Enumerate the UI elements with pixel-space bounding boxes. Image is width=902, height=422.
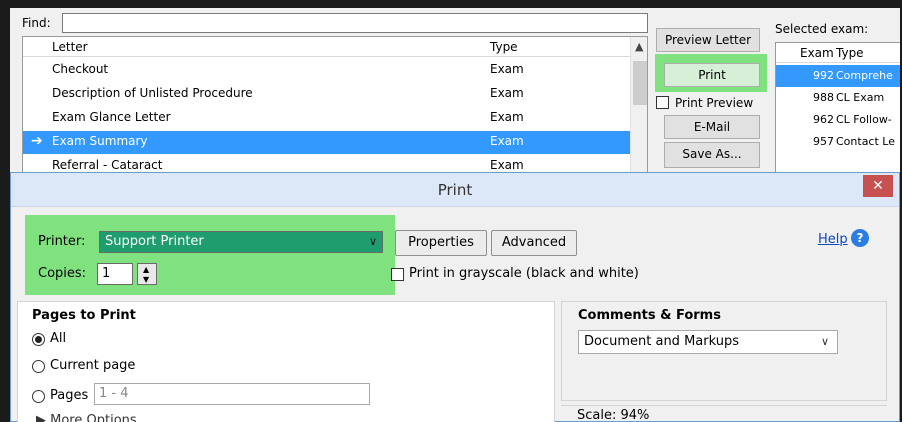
pages-to-print-title: Pages to Print [32,308,136,323]
pages-range-value: 1 - 4 [99,386,129,401]
exam-type: CL Exam [836,91,885,104]
radio-button[interactable] [32,390,45,403]
dialog-title: Print [437,181,473,199]
exam-row-selected[interactable]: 992 Comprehe [776,65,900,87]
advanced-button[interactable]: Advanced [491,230,577,256]
exam-row[interactable]: 957 Contact Le [776,131,900,153]
radio-button[interactable] [32,360,45,373]
print-dialog: Print ✕ Printer: Support Printer ∨ Copie… [10,172,900,422]
column-header-letter[interactable]: Letter [52,40,88,54]
exam-number: 988 [813,91,834,104]
exam-row[interactable]: 962 CL Follow- [776,109,900,131]
help-icon[interactable]: ? [851,229,869,247]
exam-grid: Exam Type 992 Comprehe 988 CL Exam 962 C… [775,42,900,176]
grayscale-checkbox[interactable]: Print in grayscale (black and white) [391,266,661,286]
email-button[interactable]: E-Mail [664,115,760,139]
print-preview-checkbox[interactable]: Print Preview [654,93,768,113]
print-button[interactable]: Print [664,63,760,87]
letter-type: Exam [490,62,524,76]
letter-name: Checkout [52,62,109,76]
pages-to-print-panel: Pages to Print All Current page Pages 1 … [17,301,555,422]
scrollbar-thumb[interactable] [633,61,647,105]
help-link[interactable]: Help [818,232,848,247]
radio-all[interactable]: All [32,331,272,351]
letter-name: Exam Glance Letter [52,110,171,124]
exam-number: 992 [813,69,834,82]
column-header-exam-type[interactable]: Type [836,46,864,60]
exam-type: Contact Le [836,135,895,148]
copies-value: 1 [102,266,111,281]
save-as-button[interactable]: Save As... [664,142,760,168]
letter-type: Exam [490,134,524,148]
comments-forms-panel: Comments & Forms Document and Markups ∨ [561,301,887,401]
letter-row[interactable]: Exam Glance Letter Exam [23,107,631,130]
checkbox-box[interactable] [391,268,404,281]
exam-type: CL Follow- [836,113,892,126]
letter-type: Exam [490,110,524,124]
printer-value: Support Printer [105,234,204,249]
scale-panel: Scale: 94% [561,405,887,422]
radio-pages-label: Pages [50,388,89,403]
column-header-type[interactable]: Type [490,40,518,54]
letters-grid: Letter Type Checkout Exam Description of… [22,36,648,186]
scale-label: Scale: 94% [577,408,650,422]
letters-grid-header: Letter Type [23,37,647,57]
properties-button[interactable]: Properties [395,230,487,256]
letter-type: Exam [490,158,524,172]
copies-label: Copies: [38,266,87,281]
letter-row[interactable]: Description of Unlisted Procedure Exam [23,83,631,106]
letter-row[interactable]: Checkout Exam [23,59,631,82]
exam-number: 962 [813,113,834,126]
stepper-down-icon[interactable]: ▼ [143,275,149,284]
exam-type: Comprehe [836,69,893,82]
print-preview-label: Print Preview [675,96,754,110]
letter-name: Exam Summary [52,134,148,148]
copies-input[interactable]: 1 [97,263,133,285]
stepper-up-icon[interactable]: ▲ [143,265,149,274]
printer-highlight [25,215,395,295]
pages-range-input[interactable]: 1 - 4 [94,383,370,405]
row-selector-arrow-icon: ➔ [31,133,43,149]
exam-row[interactable]: 988 CL Exam [776,87,900,109]
find-input[interactable] [62,13,648,33]
scroll-up-icon[interactable]: ▲ [635,40,643,53]
radio-current-page[interactable]: Current page [32,358,272,378]
selected-exam-label: Selected exam: [775,22,869,36]
copies-stepper[interactable]: ▲ ▼ [137,263,157,285]
comments-forms-select[interactable]: Document and Markups ∨ [578,330,838,354]
more-options-toggle[interactable]: ▶ More Options [36,413,137,422]
dialog-title-bar[interactable]: Print ✕ [11,173,899,207]
printer-label: Printer: [38,234,86,249]
radio-current-page-label: Current page [50,358,136,373]
comments-forms-title: Comments & Forms [578,308,721,323]
radio-all-label: All [50,331,67,346]
letter-type: Exam [490,86,524,100]
letter-name: Description of Unlisted Procedure [52,86,253,100]
more-options-label: More Options [50,413,137,422]
expand-arrow-icon[interactable]: ▶ [36,413,46,422]
letter-row-selected[interactable]: ➔ Exam Summary Exam [23,131,631,154]
close-icon[interactable]: ✕ [863,175,893,197]
printer-select[interactable]: Support Printer ∨ [99,231,383,253]
exam-grid-header: Exam Type [776,43,900,63]
letter-name: Referral - Cataract [52,158,163,172]
preview-letter-button[interactable]: Preview Letter [656,28,760,52]
comments-forms-value: Document and Markups [584,334,739,349]
grayscale-label: Print in grayscale (black and white) [409,266,639,281]
checkbox-box[interactable] [656,96,669,109]
chevron-down-icon[interactable]: ∨ [821,335,829,348]
exam-number: 957 [813,135,834,148]
radio-button-selected[interactable] [32,333,45,346]
column-header-exam[interactable]: Exam [800,46,834,60]
letters-scrollbar[interactable]: ▲ [630,37,647,185]
chevron-down-icon[interactable]: ∨ [369,235,377,248]
find-label: Find: [22,16,51,30]
